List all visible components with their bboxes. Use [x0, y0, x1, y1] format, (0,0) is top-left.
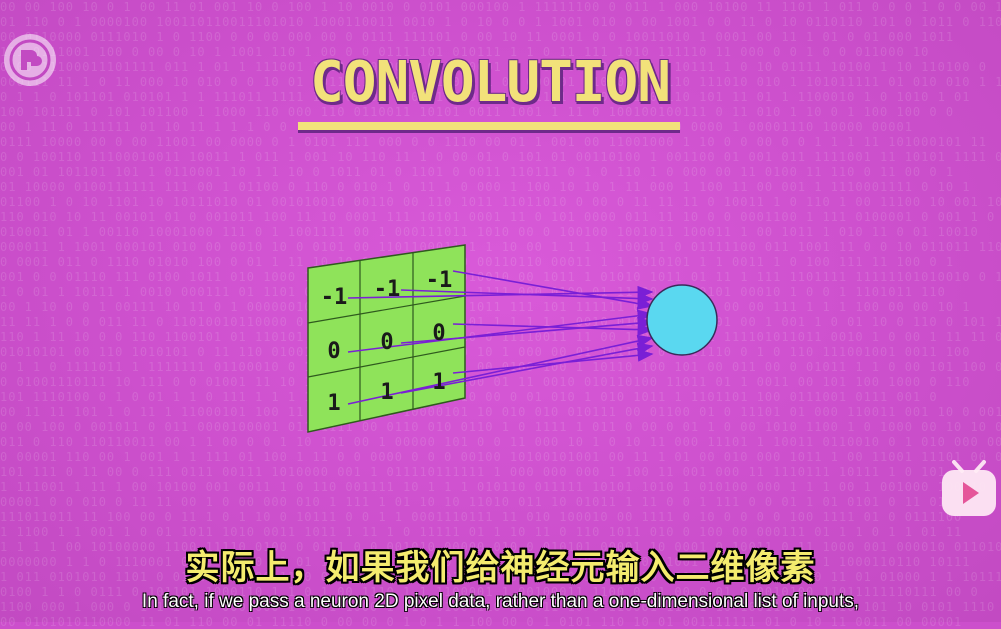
- video-frame: 00 00 100 10 0 1 00 11 01 001 10 0 100 1…: [0, 0, 1001, 629]
- connection-arrow: [452, 348, 654, 374]
- kernel-cell-value: 1: [432, 370, 445, 395]
- kernel-cell-value: -1: [374, 277, 401, 302]
- convolution-diagram: -1 -1 -1 0 0 0 1 1 1: [307, 244, 718, 433]
- bilibili-play-icon[interactable]: [940, 460, 998, 518]
- kernel-cell-value: -1: [426, 268, 453, 293]
- kernel-cell-value: 0: [432, 321, 445, 346]
- kernel-cell-value: 1: [380, 380, 393, 405]
- neuron: [646, 284, 718, 356]
- kernel-values: -1 -1 -1 0 0 0 1 1 1: [321, 268, 453, 416]
- subtitle-chinese: 实际上，如果我们给神经元输入二维像素: [185, 548, 816, 588]
- kernel-cell-value: 1: [327, 391, 340, 416]
- kernel-cell-value: 0: [380, 330, 393, 355]
- kernel-cell-value: 0: [327, 339, 340, 364]
- kernel-cell-value: -1: [321, 285, 348, 310]
- connection-arrow: [452, 270, 654, 310]
- subtitle-english: In fact, if we pass a neuron 2D pixel da…: [141, 591, 860, 612]
